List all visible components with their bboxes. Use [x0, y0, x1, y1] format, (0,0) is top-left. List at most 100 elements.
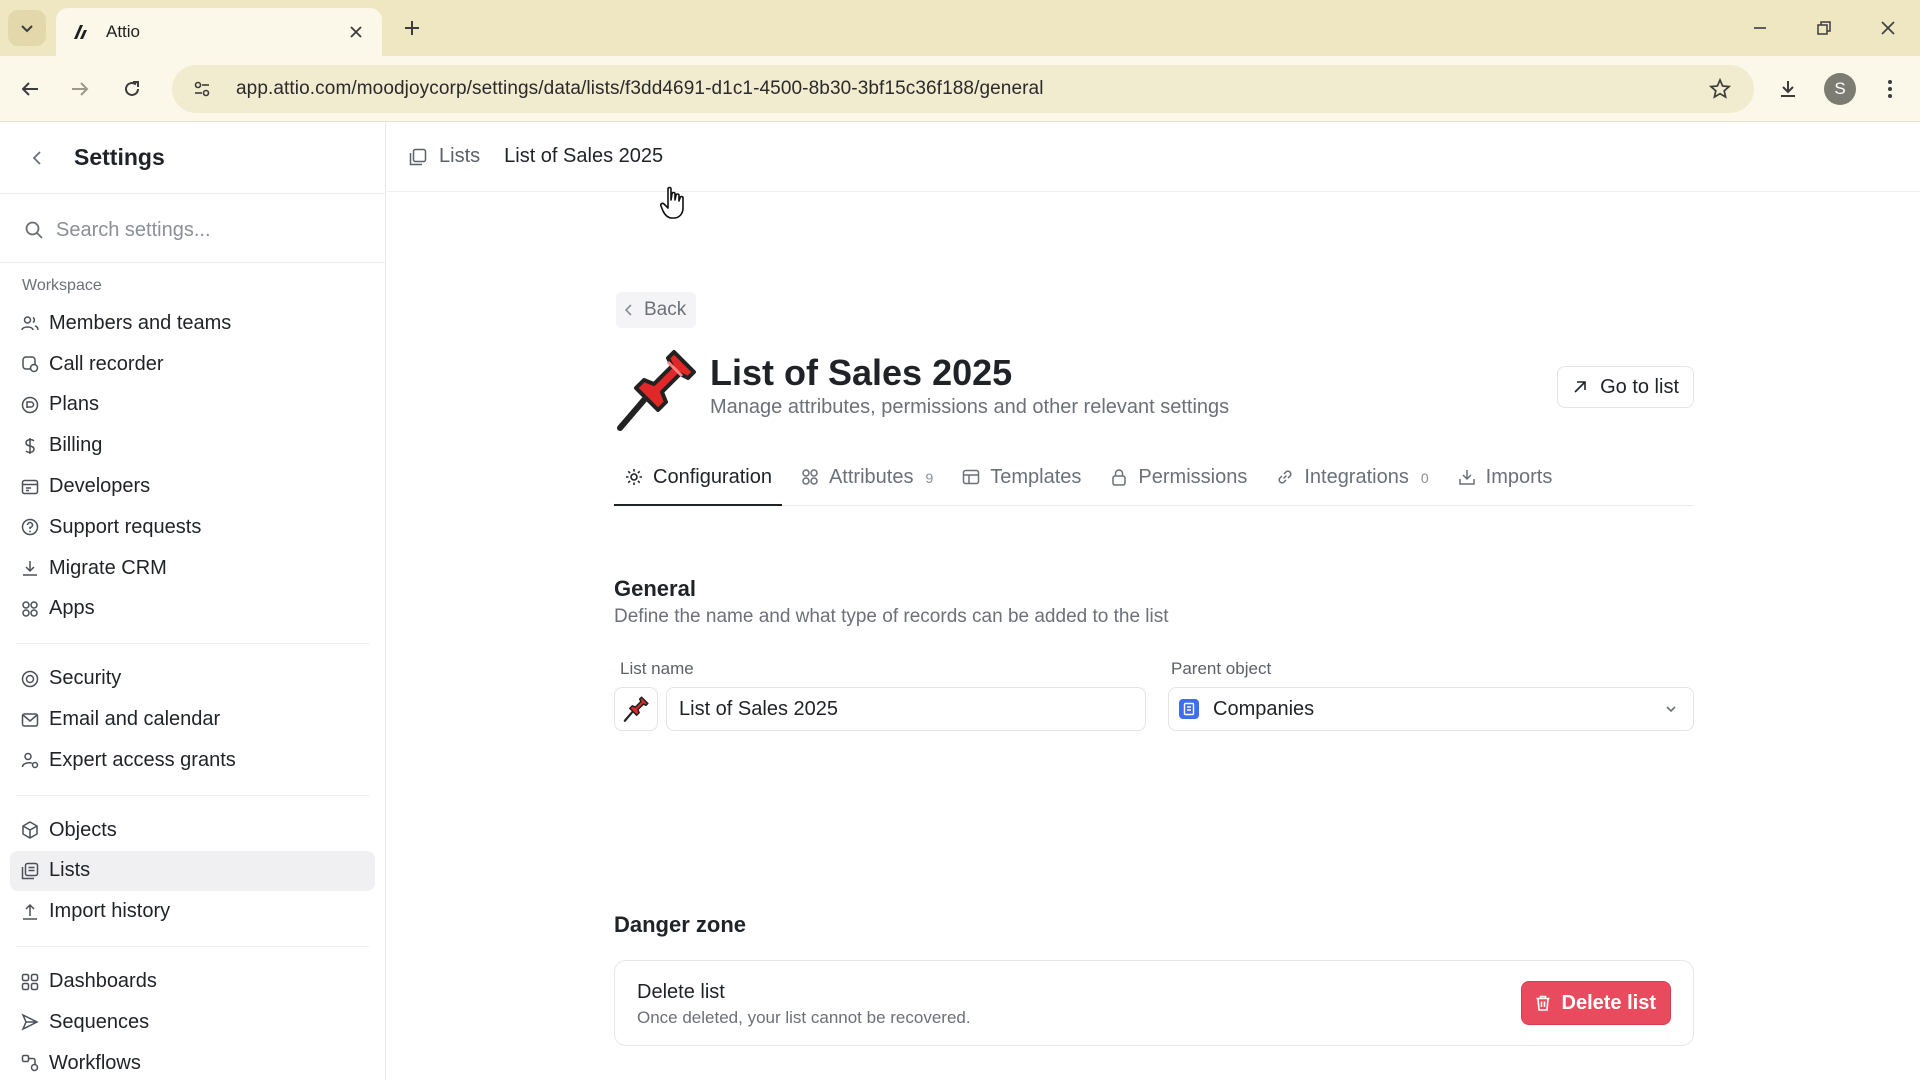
tab-permissions[interactable]: Permissions — [1099, 460, 1257, 506]
workspace-section-label: Workspace — [22, 277, 102, 294]
sidebar-item-label: Plans — [49, 393, 100, 416]
tab-label: Attributes — [828, 466, 914, 488]
tab-label: Configuration — [653, 466, 772, 488]
sidebar-item-workflows[interactable]: Workflows — [10, 1043, 375, 1080]
sidebar-item-security[interactable]: Security — [10, 658, 375, 699]
browser-toolbar: app.attio.com/moodjoycorp/settings/data/… — [0, 56, 1920, 122]
settings-search[interactable] — [16, 208, 369, 252]
sidebar-item-lists[interactable]: Lists — [10, 850, 375, 892]
parent-object-label: Parent object — [1171, 659, 1272, 678]
reload-icon — [125, 81, 139, 96]
sidebar-item-label: Workflows — [49, 1051, 141, 1074]
plus-icon — [405, 21, 419, 35]
breadcrumb: Lists List of Sales 2025 — [387, 122, 1920, 192]
delete-list-card: Delete list Once deleted, your list cann… — [614, 960, 1694, 1046]
cube-icon — [20, 820, 40, 840]
sidebar-item-billing[interactable]: Billing — [10, 425, 375, 466]
plans-icon — [20, 395, 40, 415]
page-title: List of Sales 2025 — [710, 352, 1013, 393]
sidebar-item-call-recorder[interactable]: Call recorder — [10, 344, 375, 385]
sidebar-item-expert-access-grants[interactable]: Expert access grants — [10, 740, 375, 781]
attio-logo-icon — [74, 25, 87, 39]
sidebar-item-developers[interactable]: Developers — [10, 466, 375, 507]
attributes-icon — [800, 467, 820, 487]
close-window-button[interactable] — [1868, 12, 1908, 44]
address-bar[interactable]: app.attio.com/moodjoycorp/settings/data/… — [172, 65, 1754, 113]
pushpin-icon — [623, 696, 649, 722]
downloads-button[interactable] — [1770, 71, 1806, 107]
parent-object-select[interactable]: Companies — [1168, 687, 1694, 731]
forward-nav-button[interactable] — [62, 71, 98, 107]
attio-app: Settings Workspace Members and teams Cal… — [0, 122, 1920, 1080]
list-name-input[interactable] — [666, 687, 1146, 731]
sidebar-separator — [16, 946, 369, 948]
site-info-icon[interactable] — [184, 71, 220, 107]
settings-sidebar: Settings Workspace Members and teams Cal… — [0, 122, 386, 1080]
sidebar-item-label: Import history — [49, 900, 171, 923]
gear-icon — [624, 467, 644, 487]
dollar-icon — [20, 436, 40, 456]
back-button[interactable]: Back — [616, 292, 697, 328]
delete-list-label: Delete list — [1561, 991, 1656, 1014]
go-to-list-label: Go to list — [1600, 375, 1679, 398]
browser-tab[interactable]: Attio — [56, 8, 382, 56]
developers-icon — [20, 477, 40, 497]
tab-search-button[interactable] — [8, 10, 46, 46]
download-icon — [1781, 81, 1795, 97]
integrations-count: 0 — [1420, 470, 1429, 486]
page-subtitle: Manage attributes, permissions and other… — [710, 396, 1230, 418]
bookmark-star-icon[interactable] — [1702, 71, 1738, 107]
arrow-right-icon — [72, 82, 89, 96]
sidebar-item-migrate-crm[interactable]: Migrate CRM — [10, 548, 375, 589]
new-tab-button[interactable] — [396, 12, 428, 44]
url-text[interactable]: app.attio.com/moodjoycorp/settings/data/… — [236, 78, 1044, 100]
arrow-up-right-icon — [1572, 379, 1588, 395]
sidebar-item-dashboards[interactable]: Dashboards — [10, 961, 375, 1002]
sidebar-item-apps[interactable]: Apps — [10, 589, 375, 630]
delete-list-button[interactable]: Delete list — [1520, 981, 1671, 1025]
profile-avatar[interactable]: S — [1824, 73, 1856, 105]
sidebar-item-label: Objects — [49, 818, 117, 841]
sidebar-item-label: Support requests — [49, 515, 202, 538]
browser-tab-bar: Attio — [0, 0, 1920, 56]
tab-templates[interactable]: Templates — [951, 460, 1091, 506]
trash-icon — [1534, 994, 1552, 1012]
settings-tabs: Configuration Attributes 9 Templates Per… — [614, 460, 1694, 506]
tab-integrations[interactable]: Integrations 0 — [1265, 460, 1438, 506]
templates-icon — [961, 467, 981, 487]
reload-button[interactable] — [114, 71, 150, 107]
hand-cursor-icon — [660, 186, 684, 219]
minimize-button[interactable] — [1740, 12, 1780, 44]
breadcrumb-lists-link[interactable]: Lists — [439, 145, 480, 168]
go-to-list-button[interactable]: Go to list — [1557, 366, 1694, 408]
tab-imports[interactable]: Imports — [1447, 460, 1563, 506]
back-nav-button[interactable] — [12, 71, 48, 107]
sidebar-item-import-history[interactable]: Import history — [10, 891, 375, 932]
restore-button[interactable] — [1804, 12, 1844, 44]
sidebar-back-icon[interactable] — [26, 147, 48, 169]
sidebar-item-members-and-teams[interactable]: Members and teams — [10, 303, 375, 344]
browser-menu-button[interactable] — [1872, 71, 1908, 107]
sidebar-item-objects[interactable]: Objects — [10, 810, 375, 851]
general-section-title: General — [614, 576, 696, 601]
chevron-left-icon — [624, 303, 634, 317]
danger-zone-title: Danger zone — [614, 912, 747, 937]
sidebar-item-support-requests[interactable]: Support requests — [10, 507, 375, 548]
security-icon — [20, 669, 40, 689]
settings-search-input[interactable] — [56, 218, 336, 242]
link-icon — [1275, 467, 1295, 487]
sidebar-item-plans[interactable]: Plans — [10, 385, 375, 426]
sidebar-item-label: Dashboards — [49, 970, 157, 993]
sidebar-item-sequences[interactable]: Sequences — [10, 1002, 375, 1043]
close-tab-icon[interactable] — [344, 20, 368, 44]
tab-configuration[interactable]: Configuration — [614, 460, 782, 506]
sidebar-item-email-and-calendar[interactable]: Email and calendar — [10, 699, 375, 740]
tab-attributes[interactable]: Attributes 9 — [790, 460, 943, 506]
chevron-down-icon — [1659, 697, 1683, 721]
send-icon — [20, 1012, 40, 1032]
dashboard-icon — [20, 972, 40, 992]
download-icon — [20, 558, 40, 578]
expert-access-icon — [20, 750, 40, 770]
parent-object-value: Companies — [1213, 697, 1315, 720]
list-emoji-picker[interactable] — [614, 687, 658, 731]
